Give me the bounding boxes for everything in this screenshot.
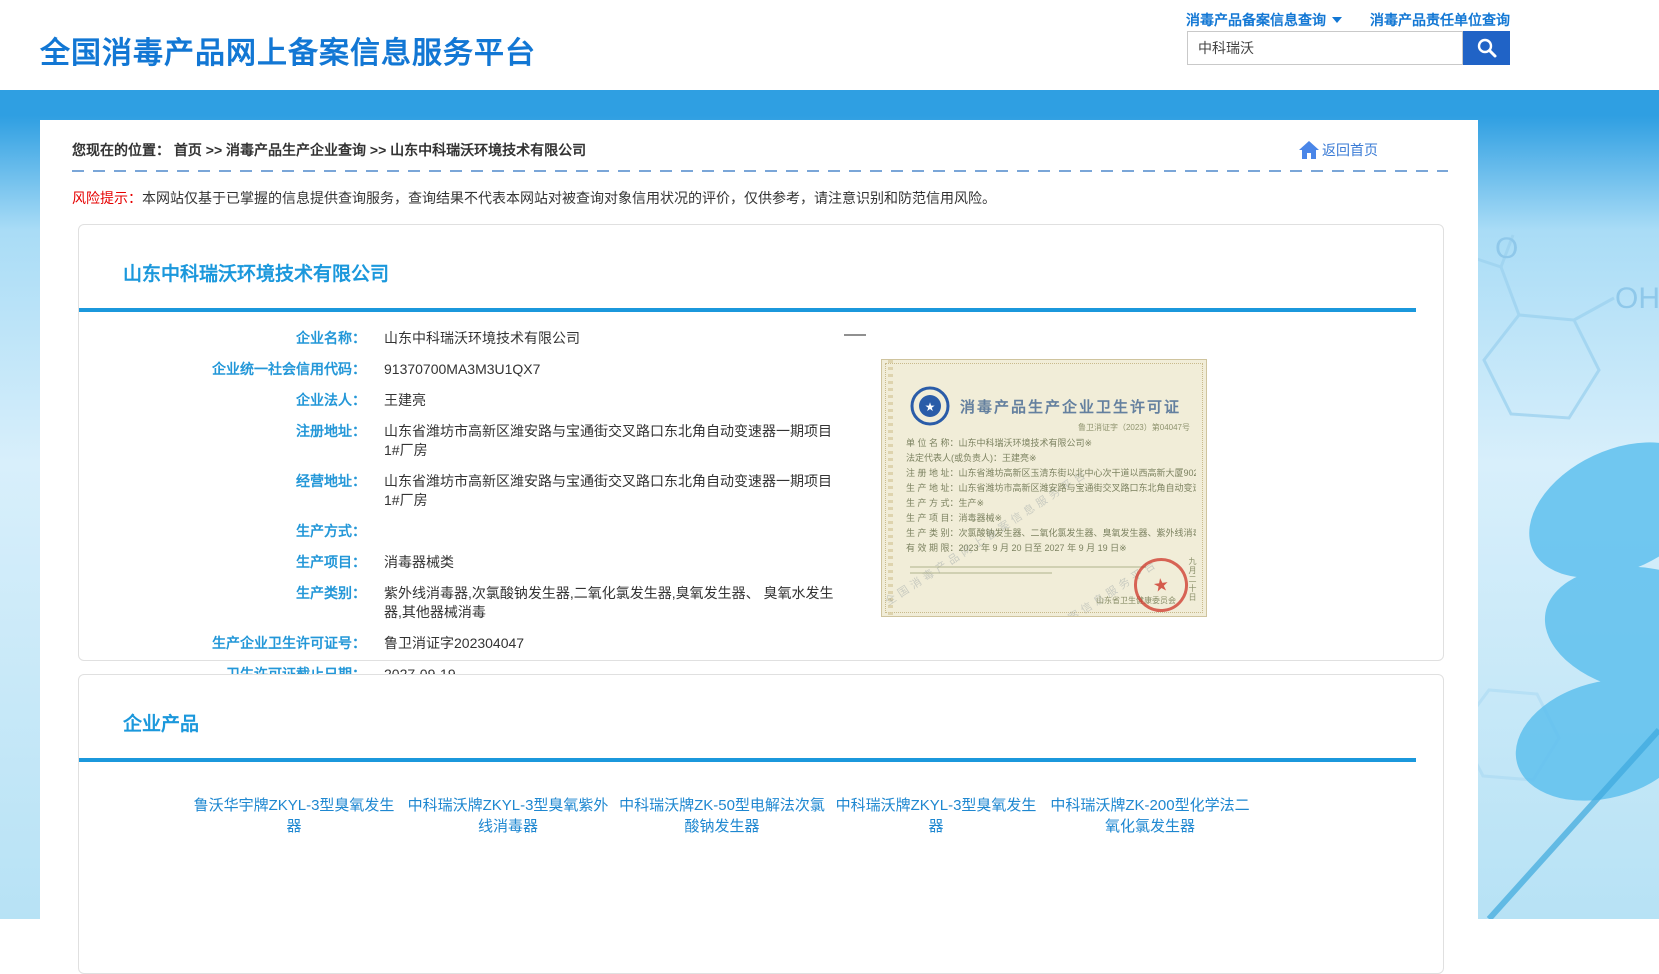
back-home-link[interactable]: 返回首页 xyxy=(1298,140,1378,160)
dashed-divider xyxy=(72,170,1448,172)
certificate-dash-decoration xyxy=(844,334,866,336)
nav-record-info-query-label: 消毒产品备案信息查询 xyxy=(1186,10,1326,30)
main-panel: 您现在的位置： 首页 >> 消毒产品生产企业查询 >> 山东中科瑞沃环境技术有限… xyxy=(40,120,1478,919)
search-icon xyxy=(1476,37,1498,59)
certificate-header: ★ 消毒产品生产企业卫生许可证 xyxy=(910,386,1181,426)
nav-responsible-unit-query-label: 消毒产品责任单位查询 xyxy=(1370,10,1510,30)
field-label: 企业名称： xyxy=(79,329,366,348)
breadcrumb-row: 您现在的位置： 首页 >> 消毒产品生产企业查询 >> 山东中科瑞沃环境技术有限… xyxy=(40,120,1478,160)
breadcrumb-home-link[interactable]: 首页 xyxy=(174,142,202,158)
product-link[interactable]: 中科瑞沃牌ZKYL-3型臭氧发生器 xyxy=(829,795,1043,837)
company-fields: 企业名称： 山东中科瑞沃环境技术有限公司 企业统一社会信用代码： 9137070… xyxy=(79,312,1443,684)
home-icon xyxy=(1298,140,1320,160)
search-bar xyxy=(1187,31,1510,65)
field-label: 生产类别： xyxy=(79,584,366,622)
back-home-label: 返回首页 xyxy=(1322,140,1378,160)
field-value xyxy=(366,522,384,541)
field-row-production-item: 生产项目： 消毒器械类 xyxy=(79,553,1443,572)
field-row-credit-code: 企业统一社会信用代码： 91370700MA3M3U1QX7 xyxy=(79,360,1443,379)
field-row-business-address: 经营地址： 山东省潍坊市高新区潍安路与宝通街交叉路口东北角自动变速器一期项目1#… xyxy=(79,472,1443,510)
certificate-emblem-icon: ★ xyxy=(910,386,950,426)
breadcrumb-current: 山东中科瑞沃环境技术有限公司 xyxy=(390,142,586,158)
nav-responsible-unit-query[interactable]: 消毒产品责任单位查询 xyxy=(1370,10,1510,30)
breadcrumb-prefix: 您现在的位置： xyxy=(72,142,170,158)
svg-text:★: ★ xyxy=(925,400,936,414)
certificate-edge-ornament xyxy=(888,360,893,616)
chevron-down-icon xyxy=(1332,17,1342,23)
breadcrumb-section-link[interactable]: 消毒产品生产企业查询 xyxy=(226,142,366,158)
field-row-legal-person: 企业法人： 王建亮 xyxy=(79,391,1443,410)
certificate-line: 生 产 方 式：生产※ xyxy=(906,496,1196,511)
page-header: 全国消毒产品网上备案信息服务平台 消毒产品备案信息查询 消毒产品责任单位查询 xyxy=(0,0,1659,90)
certificate-title: 消毒产品生产企业卫生许可证 xyxy=(960,396,1181,417)
certificate-line: 有 效 期 限：2023 年 9 月 20 日至 2027 年 9 月 19 日… xyxy=(906,541,1196,556)
field-label: 注册地址： xyxy=(79,422,366,460)
product-link[interactable]: 中科瑞沃牌ZK-200型化学法二氧化氯发生器 xyxy=(1043,795,1257,837)
breadcrumb-separator: >> xyxy=(206,142,222,158)
product-link[interactable]: 中科瑞沃牌ZK-50型电解法次氯酸钠发生器 xyxy=(615,795,829,837)
risk-warning-label: 风险提示： xyxy=(72,190,142,206)
company-products-card: 企业产品 鲁沃华宇牌ZKYL-3型臭氧发生器 中科瑞沃牌ZKYL-3型臭氧紫外线… xyxy=(78,674,1444,974)
products-title: 企业产品 xyxy=(79,675,1443,736)
certificate-issue-date: 九月二十日 xyxy=(1187,557,1198,602)
field-row-license-number: 生产企业卫生许可证号： 鲁卫消证字202304047 xyxy=(79,634,1443,653)
field-value: 紫外线消毒器,次氯酸钠发生器,二氧化氯发生器,臭氧发生器、 臭氧水发生器,其他器… xyxy=(366,584,844,622)
field-label: 企业法人： xyxy=(79,391,366,410)
field-label: 经营地址： xyxy=(79,472,366,510)
field-row-production-category: 生产类别： 紫外线消毒器,次氯酸钠发生器,二氧化氯发生器,臭氧发生器、 臭氧水发… xyxy=(79,584,1443,622)
breadcrumb: 您现在的位置： 首页 >> 消毒产品生产企业查询 >> 山东中科瑞沃环境技术有限… xyxy=(72,140,586,160)
field-row-company-name: 企业名称： 山东中科瑞沃环境技术有限公司 xyxy=(79,329,1443,348)
certificate-line: 单 位 名 称：山东中科瑞沃环境技术有限公司※ xyxy=(906,436,1196,451)
certificate-line: 生 产 类 别：次氯酸钠发生器、二氧化氯发生器、臭氧发生器、紫外线消毒器※ xyxy=(906,526,1196,541)
field-label: 生产项目： xyxy=(79,553,366,572)
top-navigation: 消毒产品备案信息查询 消毒产品责任单位查询 xyxy=(1186,10,1510,30)
site-title: 全国消毒产品网上备案信息服务平台 xyxy=(40,28,536,72)
field-value: 消毒器械类 xyxy=(366,553,454,572)
search-button[interactable] xyxy=(1463,31,1510,65)
field-label: 企业统一社会信用代码： xyxy=(79,360,366,379)
field-label: 生产企业卫生许可证号： xyxy=(79,634,366,653)
field-label: 生产方式： xyxy=(79,522,366,541)
certificate-number: 鲁卫消证字（2023）第04047号 xyxy=(1078,422,1190,433)
search-input[interactable] xyxy=(1187,31,1463,65)
field-value: 王建亮 xyxy=(366,391,426,410)
certificate-footnote-lines xyxy=(910,566,1146,578)
field-value: 91370700MA3M3U1QX7 xyxy=(366,360,540,379)
certificate-body: 单 位 名 称：山东中科瑞沃环境技术有限公司※ 法定代表人(或负责人)：王建亮※… xyxy=(906,436,1196,556)
company-title: 山东中科瑞沃环境技术有限公司 xyxy=(79,225,1443,286)
product-link[interactable]: 鲁沃华宇牌ZKYL-3型臭氧发生器 xyxy=(187,795,401,837)
svg-text:OH: OH xyxy=(1615,282,1659,315)
certificate-line: 法定代表人(或负责人)：王建亮※ xyxy=(906,451,1196,466)
field-row-registered-address: 注册地址： 山东省潍坊市高新区潍安路与宝通街交叉路口东北角自动变速器一期项目1#… xyxy=(79,422,1443,460)
field-value: 鲁卫消证字202304047 xyxy=(366,634,524,653)
field-value: 山东省潍坊市高新区潍安路与宝通街交叉路口东北角自动变速器一期项目1#厂房 xyxy=(366,472,844,510)
risk-warning: 风险提示：本网站仅基于已掌握的信息提供查询服务，查询结果不代表本网站对被查询对象… xyxy=(72,188,1478,208)
product-list: 鲁沃华宇牌ZKYL-3型臭氧发生器 中科瑞沃牌ZKYL-3型臭氧紫外线消毒器 中… xyxy=(79,762,1443,861)
svg-text:O: O xyxy=(1495,232,1518,265)
field-value: 山东中科瑞沃环境技术有限公司 xyxy=(366,329,580,348)
field-value: 山东省潍坊市高新区潍安路与宝通街交叉路口东北角自动变速器一期项目1#厂房 xyxy=(366,422,844,460)
company-info-card: 山东中科瑞沃环境技术有限公司 企业名称： 山东中科瑞沃环境技术有限公司 企业统一… xyxy=(78,224,1444,661)
certificate-line: 生 产 地 址：山东省潍坊市高新区潍安路与宝通街交叉路口东北角自动变速器一期项目… xyxy=(906,481,1196,496)
field-row-production-mode: 生产方式： xyxy=(79,522,1443,541)
risk-warning-text: 本网站仅基于已掌握的信息提供查询服务，查询结果不代表本网站对被查询对象信用状况的… xyxy=(142,190,996,206)
product-link[interactable]: 中科瑞沃牌ZKYL-3型臭氧紫外线消毒器 xyxy=(401,795,615,837)
certificate-line: 生 产 项 目：消毒器械※ xyxy=(906,511,1196,526)
certificate-line: 注 册 地 址：山东省潍坊高新区玉清东街以北中心次干道以西高新大厦902号科研※ xyxy=(906,466,1196,481)
hygiene-license-certificate-image: 全国消毒产品网上备案信息服务平台 全国消毒产品网上备案信息服务平台 ★ 消毒产品… xyxy=(881,359,1207,617)
breadcrumb-separator-2: >> xyxy=(370,142,386,158)
nav-record-info-query[interactable]: 消毒产品备案信息查询 xyxy=(1186,10,1342,30)
